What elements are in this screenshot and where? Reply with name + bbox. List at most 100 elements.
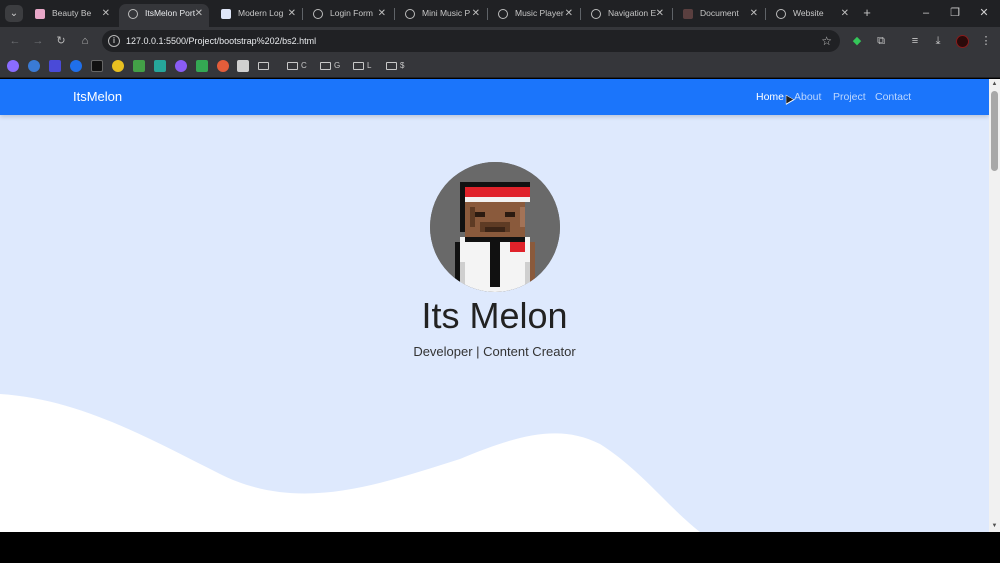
close-icon[interactable]: ✕: [472, 4, 480, 23]
tab-beauty[interactable]: Beauty Be ✕: [26, 4, 116, 27]
back-icon[interactable]: ←: [7, 33, 23, 49]
tab-label: Login Form: [330, 8, 373, 18]
tab-login-form[interactable]: Login Form ✕: [304, 4, 392, 27]
close-icon[interactable]: ✕: [841, 4, 849, 23]
hero-title: Its Melon: [421, 295, 568, 336]
bookmark-edge-icon[interactable]: [70, 60, 82, 72]
close-icon[interactable]: ✕: [195, 4, 203, 23]
menu-icon[interactable]: ⋮: [978, 33, 994, 49]
bookmark-image-icon[interactable]: [133, 60, 145, 72]
tab-separator: [580, 8, 581, 20]
globe-icon: [498, 9, 508, 19]
tab-label: Beauty Be: [52, 8, 92, 18]
bookmark-star-icon[interactable]: [112, 60, 124, 72]
scroll-down-icon[interactable]: ▼: [991, 523, 998, 529]
bookmark-plus-icon[interactable]: [196, 60, 208, 72]
bookmark-folder[interactable]: L: [353, 58, 371, 74]
bookmark-wifi-icon[interactable]: [7, 60, 19, 72]
page-scrollbar[interactable]: ▲ ▼: [989, 79, 1000, 532]
tab-strip: ⌄ Beauty Be ✕ ItsMelon Port ✕ Modern Log…: [0, 0, 1000, 27]
folder-icon: [353, 61, 364, 70]
forward-icon[interactable]: →: [30, 33, 46, 49]
url-text[interactable]: 127.0.0.1:5500/Project/bootstrap%202/bs2…: [126, 30, 316, 52]
tab-document[interactable]: Document ✕: [674, 4, 764, 27]
b-logo-icon: [221, 9, 231, 19]
tab-separator: [302, 8, 303, 20]
hero-subtitle: Developer | Content Creator: [413, 344, 576, 359]
window-close-button[interactable]: ✕: [973, 4, 995, 22]
close-icon[interactable]: ✕: [565, 4, 573, 23]
bookmark-x-icon[interactable]: [237, 60, 249, 72]
tab-separator: [672, 8, 673, 20]
page-viewport: ItsMelon Home About Project Contact Its …: [0, 79, 989, 532]
nav-link-project[interactable]: Project: [833, 79, 866, 115]
download-icon[interactable]: ⤓: [930, 33, 946, 49]
pixel-character-avatar-icon: [430, 162, 560, 292]
address-bar[interactable]: i 127.0.0.1:5500/Project/bootstrap%202/b…: [102, 30, 840, 52]
scroll-up-icon[interactable]: ▲: [991, 81, 998, 87]
folder-icon: [320, 61, 331, 70]
restore-button[interactable]: ❐: [944, 4, 966, 22]
bookmark-wordpress-icon[interactable]: [28, 60, 40, 72]
tab-separator: [765, 8, 766, 20]
globe-icon: [776, 9, 786, 19]
minimize-button[interactable]: –: [915, 4, 937, 22]
bookmark-photo-icon[interactable]: [154, 60, 166, 72]
scroll-thumb[interactable]: [991, 91, 998, 171]
bookmark-star-icon[interactable]: ☆: [821, 32, 832, 50]
doc-square-icon: [683, 9, 693, 19]
globe-icon: [405, 9, 415, 19]
tab-label: Mini Music P: [422, 8, 471, 18]
close-icon[interactable]: ✕: [750, 4, 758, 23]
folder-icon: [258, 61, 269, 70]
folder-icon: [386, 61, 397, 70]
tab-label: Music Player: [515, 8, 564, 18]
folder-icon: [287, 61, 298, 70]
bookmark-r-icon[interactable]: [91, 60, 103, 72]
tab-itsmelon-portfolio[interactable]: ItsMelon Port ✕: [119, 4, 209, 27]
bookmark-sparkle-icon[interactable]: [175, 60, 187, 72]
tab-music-player[interactable]: Music Player ✕: [489, 4, 579, 27]
tab-website[interactable]: Website ✕: [767, 4, 855, 27]
browser-window: ⌄ Beauty Be ✕ ItsMelon Port ✕ Modern Log…: [0, 0, 1000, 563]
close-icon[interactable]: ✕: [656, 4, 664, 23]
close-icon[interactable]: ✕: [102, 4, 110, 23]
bookmark-folder[interactable]: C: [287, 58, 307, 74]
extension-icon[interactable]: ◆: [849, 33, 865, 49]
tab-navigation[interactable]: Navigation E ✕: [582, 4, 670, 27]
tab-mini-music[interactable]: Mini Music P ✕: [396, 4, 486, 27]
pink-square-icon: [35, 9, 45, 19]
bookmark-folder[interactable]: $: [386, 58, 404, 74]
globe-icon: [591, 9, 601, 19]
tab-label: Document: [700, 8, 739, 18]
site-info-icon[interactable]: i: [108, 35, 120, 47]
tab-label: Navigation E: [608, 8, 657, 18]
media-control-icon[interactable]: ≡: [907, 33, 923, 49]
site-brand[interactable]: ItsMelon: [73, 79, 122, 115]
tab-label: Modern Log: [238, 8, 284, 18]
new-tab-button[interactable]: +: [860, 4, 874, 22]
bookmark-square-blue-icon[interactable]: [49, 60, 61, 72]
tab-separator: [487, 8, 488, 20]
profile-avatar-icon[interactable]: [954, 33, 970, 49]
site-navbar: ItsMelon Home About Project Contact: [0, 79, 989, 115]
tab-separator: [394, 8, 395, 20]
close-icon[interactable]: ✕: [288, 4, 296, 23]
puzzle-icon[interactable]: ⧉: [873, 33, 889, 49]
screen-bottom-bar: [0, 532, 1000, 563]
decorative-wave: [0, 394, 700, 532]
reload-icon[interactable]: ↻: [53, 33, 69, 49]
bookmark-folder[interactable]: [258, 58, 272, 74]
home-icon[interactable]: ⌂: [77, 33, 93, 49]
tab-label: ItsMelon Port: [145, 8, 196, 18]
close-icon[interactable]: ✕: [378, 4, 386, 23]
bookmark-folder[interactable]: G: [320, 58, 340, 74]
globe-icon: [313, 9, 323, 19]
browser-toolbar: ← → ↻ ⌂ i 127.0.0.1:5500/Project/bootstr…: [0, 27, 1000, 55]
nav-link-contact[interactable]: Contact: [875, 79, 911, 115]
nav-link-about[interactable]: About: [794, 79, 821, 115]
bookmark-figma-icon[interactable]: [217, 60, 229, 72]
tab-modern-login[interactable]: Modern Log ✕: [212, 4, 302, 27]
nav-link-home[interactable]: Home: [756, 79, 784, 115]
tab-search-button[interactable]: ⌄: [5, 5, 23, 22]
